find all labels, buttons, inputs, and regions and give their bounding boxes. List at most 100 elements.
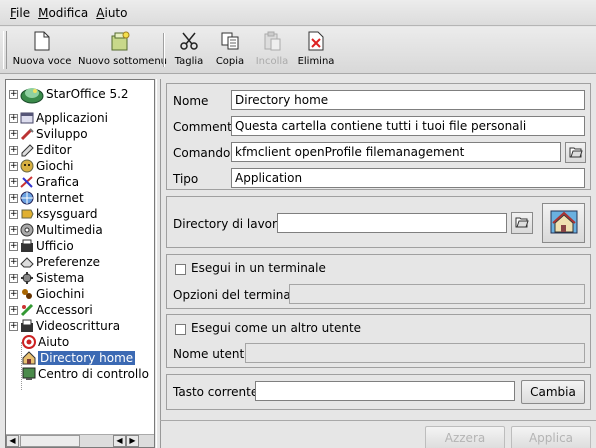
expand-icon[interactable]: +: [9, 273, 18, 283]
run-in-terminal-checkbox[interactable]: [175, 264, 186, 275]
expand-icon[interactable]: +: [9, 257, 18, 267]
open-folder-icon: [569, 145, 583, 161]
menubar: File Modifica Aiuto: [0, 0, 596, 26]
tree-label: Applicazioni: [36, 111, 108, 125]
shortcut-field[interactable]: [255, 381, 515, 401]
tree-item-internet[interactable]: + Internet: [6, 190, 84, 206]
new-document-icon: [8, 29, 76, 53]
paste-button[interactable]: Incolla: [254, 29, 290, 71]
editor-icon: [20, 143, 34, 157]
reset-button[interactable]: Azzera: [425, 426, 505, 448]
tree-label: Accessori: [36, 303, 93, 317]
scroll-right-icon[interactable]: ▶: [126, 435, 139, 447]
tree-item-control-center[interactable]: Centro di controllo: [20, 366, 149, 382]
expand-icon[interactable]: +: [9, 89, 18, 99]
control-center-icon: [22, 367, 36, 381]
footer-separator: [160, 420, 596, 421]
copy-icon: [212, 29, 248, 53]
workdir-field[interactable]: [277, 213, 507, 233]
tree-item-aiuto[interactable]: Aiuto: [20, 334, 69, 350]
panel-splitter[interactable]: [156, 79, 161, 448]
toys-icon: [20, 287, 34, 301]
tree-item-preferenze[interactable]: + Preferenze: [6, 254, 100, 270]
tree-item-ufficio[interactable]: + Ufficio: [6, 238, 74, 254]
browse-workdir-button[interactable]: [511, 212, 533, 234]
staroffice-icon: [20, 82, 44, 106]
apply-button[interactable]: Applica: [511, 426, 591, 448]
expand-icon[interactable]: +: [9, 177, 18, 187]
tree-item-grafica[interactable]: + Grafica: [6, 174, 79, 190]
tree-item-applicazioni[interactable]: + Applicazioni: [6, 110, 108, 126]
run-as-user-checkbox[interactable]: [175, 324, 186, 335]
name-field[interactable]: Directory home: [231, 90, 585, 110]
browse-command-button[interactable]: [565, 142, 586, 163]
run-as-user-label: Esegui come un altro utente: [191, 321, 362, 335]
run-in-terminal-label: Esegui in un terminale: [191, 261, 326, 275]
scrollbar-thumb[interactable]: [20, 435, 80, 447]
tree-label: Giochi: [36, 159, 74, 173]
menu-edit[interactable]: Modifica: [38, 6, 88, 20]
tree-item-sistema[interactable]: + Sistema: [6, 270, 84, 286]
tree-item-directory-home[interactable]: Directory home: [20, 350, 136, 366]
tree-label: Multimedia: [36, 223, 103, 237]
expand-icon[interactable]: +: [9, 321, 18, 331]
ksysguard-icon: [20, 207, 34, 221]
tree-item-giochini[interactable]: + Giochini: [6, 286, 84, 302]
expand-icon[interactable]: +: [9, 289, 18, 299]
toolbar-grip[interactable]: [3, 31, 7, 69]
tree-label: Directory home: [38, 351, 136, 365]
delete-button[interactable]: Elimina: [296, 29, 336, 71]
wordprocessing-icon: [20, 319, 34, 333]
tree-horizontal-scrollbar[interactable]: ◀ ◀ ▶: [6, 434, 154, 447]
menu-file[interactable]: File: [10, 6, 30, 20]
tree-item-sviluppo[interactable]: + Sviluppo: [6, 126, 88, 142]
tree-label: Sistema: [36, 271, 85, 285]
expand-icon[interactable]: +: [9, 241, 18, 251]
type-label: Tipo: [173, 172, 199, 186]
tree-label: Preferenze: [36, 255, 101, 269]
tree-item-accessori[interactable]: + Accessori: [6, 302, 93, 318]
toolbar: Nuova voce Nuovo sottomenu Taglia Copia …: [0, 27, 596, 74]
internet-icon: [20, 191, 34, 205]
new-item-label: Nuova voce: [12, 56, 72, 67]
tree-item-staroffice[interactable]: + StarOffice 5.2: [6, 86, 129, 104]
tree-item-giochi[interactable]: + Giochi: [6, 158, 74, 174]
terminal-options-field[interactable]: [289, 284, 585, 304]
tree-item-videoscrittura[interactable]: + Videoscrittura: [6, 318, 120, 334]
tree-item-multimedia[interactable]: + Multimedia: [6, 222, 103, 238]
expand-icon[interactable]: +: [9, 113, 18, 123]
expand-icon[interactable]: +: [9, 129, 18, 139]
expand-icon[interactable]: +: [9, 145, 18, 155]
tree-label: Internet: [36, 191, 84, 205]
tree-label: Sviluppo: [36, 127, 88, 141]
new-submenu-button[interactable]: Nuovo sottomenu: [78, 29, 168, 71]
new-item-button[interactable]: Nuova voce: [8, 29, 76, 71]
scroll-left-icon[interactable]: ◀: [6, 435, 19, 447]
expand-icon[interactable]: +: [9, 225, 18, 235]
entry-icon-button[interactable]: [542, 203, 585, 243]
expand-icon[interactable]: +: [9, 161, 18, 171]
new-submenu-label: Nuovo sottomenu: [78, 56, 168, 67]
scroll-left-icon[interactable]: ◀: [113, 435, 126, 447]
username-field[interactable]: [245, 343, 585, 363]
expand-icon[interactable]: +: [9, 305, 18, 315]
expand-icon[interactable]: +: [9, 193, 18, 203]
command-field[interactable]: kfmclient openProfile filemanagement: [231, 142, 561, 162]
tree-label: ksysguard: [36, 207, 98, 221]
menu-tree[interactable]: + StarOffice 5.2 + Applicazioni + Svilup…: [5, 79, 155, 448]
user-group: Esegui come un altro utente Nome utente: [166, 314, 591, 368]
expand-icon[interactable]: +: [9, 209, 18, 219]
tree-label: Editor: [36, 143, 72, 157]
cut-button[interactable]: Taglia: [172, 29, 206, 71]
tree-item-ksysguard[interactable]: + ksysguard: [6, 206, 97, 222]
copy-button[interactable]: Copia: [212, 29, 248, 71]
tree-label: Aiuto: [38, 335, 70, 349]
menu-help[interactable]: Aiuto: [96, 6, 127, 20]
development-icon: [20, 127, 34, 141]
tree-label: Giochini: [36, 287, 85, 301]
comment-field[interactable]: Questa cartella contiene tutti i tuoi fi…: [231, 116, 585, 136]
tree-item-editor[interactable]: + Editor: [6, 142, 72, 158]
type-field[interactable]: Application: [231, 168, 585, 188]
change-shortcut-button[interactable]: Cambia: [521, 380, 585, 404]
workdir-label: Directory di lavoro: [173, 217, 285, 231]
